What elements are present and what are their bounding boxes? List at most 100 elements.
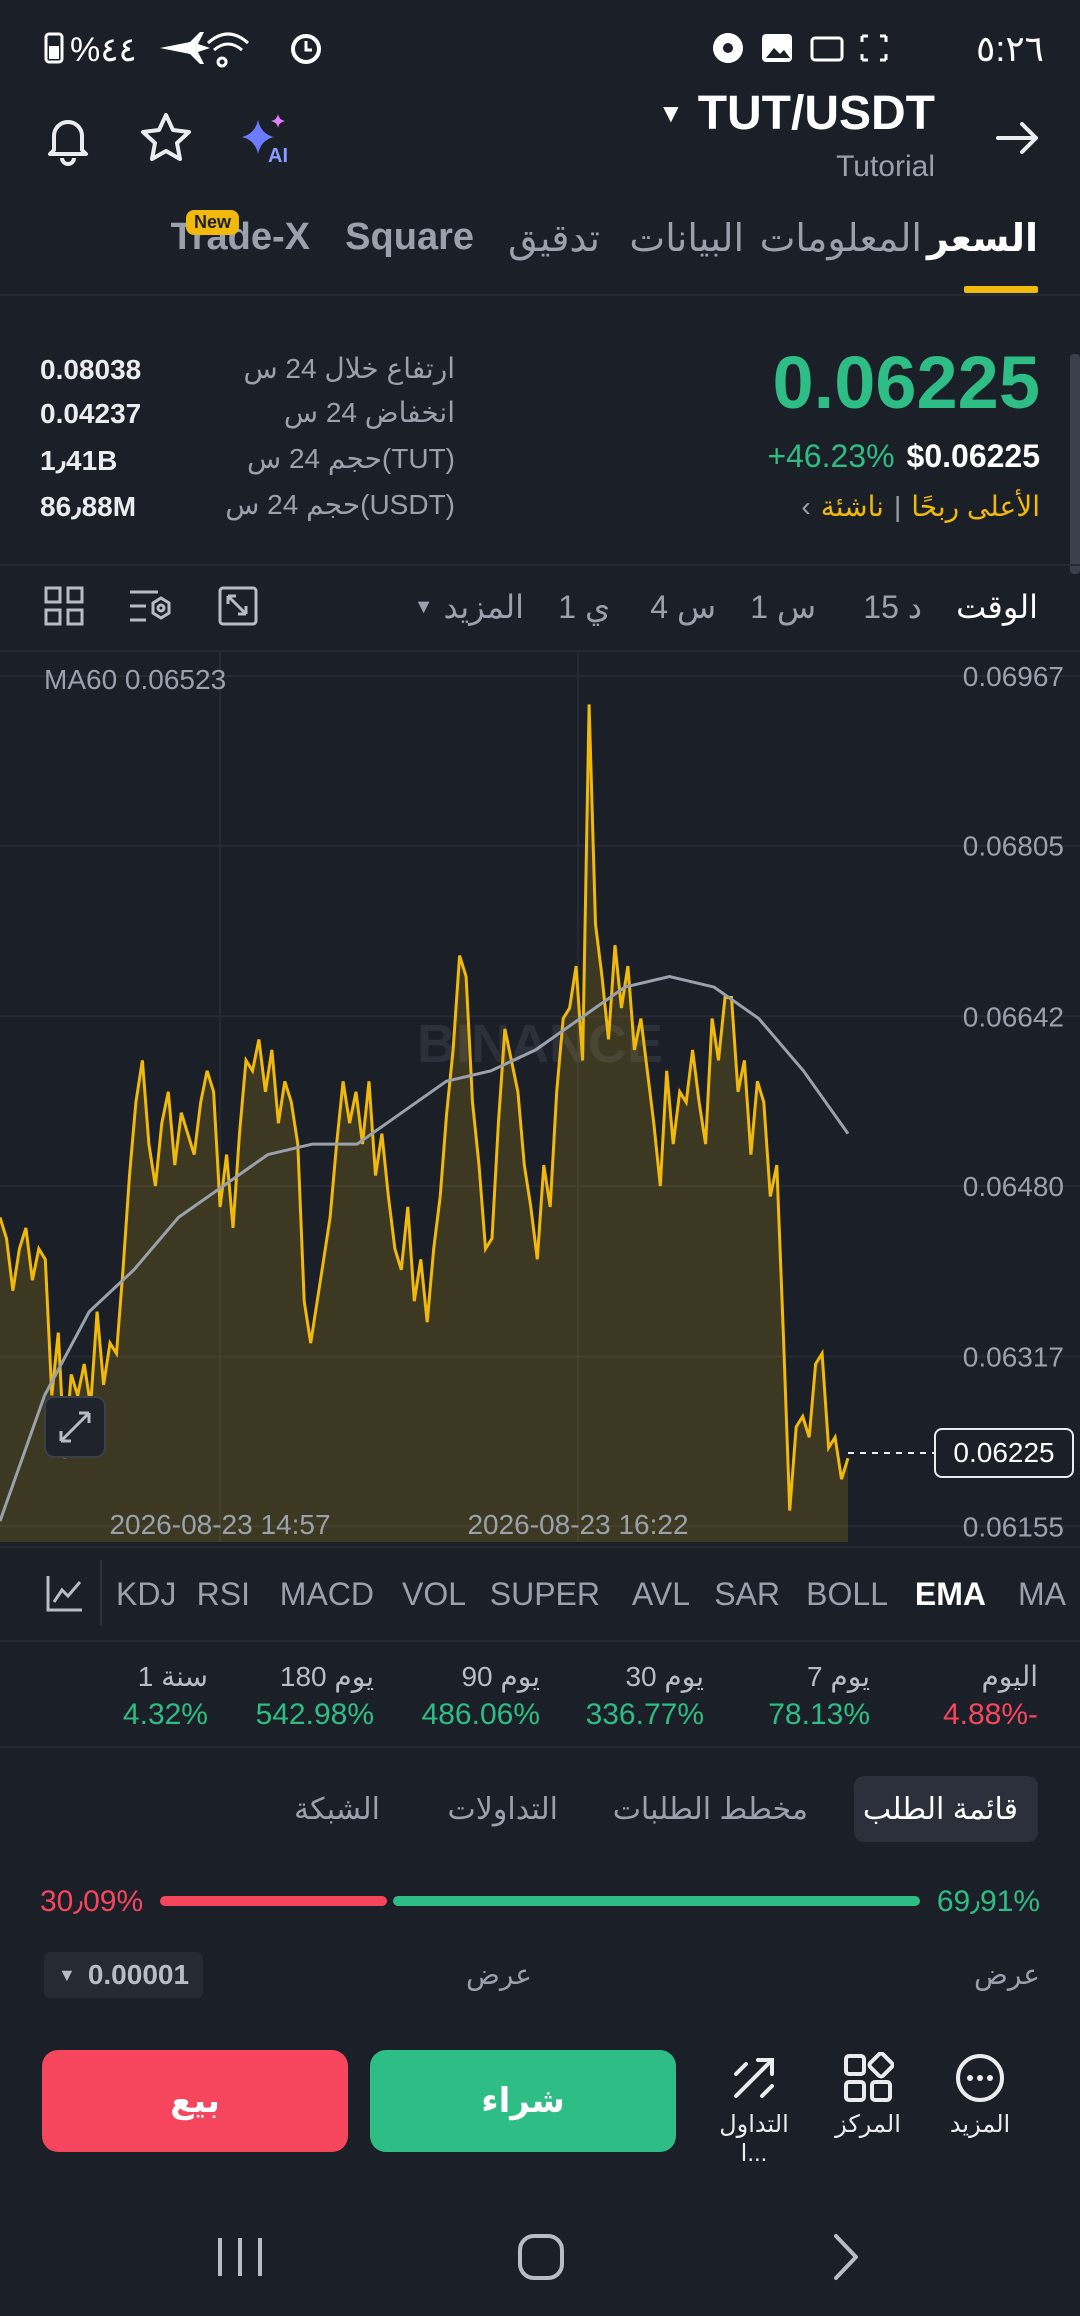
pair-selector[interactable]: ▼ TUT/USDT — [658, 86, 935, 141]
tab-price[interactable]: السعر — [927, 216, 1038, 261]
scrollbar[interactable] — [1070, 354, 1080, 574]
tab-active-indicator — [964, 286, 1038, 293]
indicator-ema[interactable]: EMA — [915, 1576, 986, 1613]
status-right-icons — [700, 28, 960, 68]
trade-action-label: التداول ا... — [719, 2111, 789, 2167]
price-chart-svg[interactable]: BINANCE 0.069670.068050.066420.064800.06… — [0, 652, 1080, 1548]
tag-top-gainers: الأعلى ربحًا — [911, 491, 1040, 522]
orderbook-col-ask: عرض — [465, 1959, 532, 1990]
indicator-avl[interactable]: AVL — [632, 1576, 690, 1613]
timeframe-4h[interactable]: 4 س — [650, 588, 716, 626]
stat-vol-quote-value: 86٫88M — [40, 491, 137, 522]
y-tick-label: 0.06805 — [963, 831, 1064, 862]
back-arrow-icon[interactable] — [992, 112, 1044, 169]
airplane-icon — [160, 32, 210, 64]
y-tick-label: 0.06317 — [963, 1342, 1064, 1373]
buy-button[interactable]: شراء — [370, 2050, 676, 2152]
timeframe-more[interactable]: ▼ المزيد — [414, 588, 524, 626]
favorite-star-icon[interactable] — [138, 110, 194, 171]
trade-action[interactable]: التداول ا... — [704, 2052, 804, 2168]
buy-ratio-fill — [393, 1896, 920, 1906]
price-change-percent: +46.23% — [767, 438, 895, 474]
perf-1y-label: 1 سنة — [137, 1661, 208, 1692]
divider — [100, 1560, 102, 1626]
layout-grid-icon[interactable] — [44, 586, 84, 631]
trade-arrows-icon — [734, 2058, 774, 2098]
tag-top-gainer: ناشئة — [820, 491, 884, 522]
sell-ratio: 30٫09% — [40, 1885, 144, 1918]
buy-sell-ratio-bar — [160, 1896, 920, 1906]
indicator-rsi[interactable]: RSI — [197, 1576, 250, 1613]
tab-info[interactable]: المعلومات — [760, 216, 922, 261]
perf-7d-label: 7 يوم — [807, 1661, 870, 1692]
status-left-icons: %٤٤ — [40, 28, 420, 69]
perf-30d-value: 336.77% — [585, 1698, 704, 1731]
precision-selector[interactable]: ▼ 0.00001 — [44, 1952, 204, 1998]
tab-trades[interactable]: التداولات — [448, 1792, 558, 1827]
expand-chart-icon[interactable] — [44, 1396, 106, 1458]
tab-grid[interactable]: الشبكة — [294, 1792, 380, 1827]
battery-percent: %٤٤ — [70, 31, 137, 68]
pair-title: TUT/USDT — [697, 87, 935, 140]
status-time: ٥:٢٦ — [975, 28, 1044, 69]
stat-vol-base-label: حجم 24 س(TUT) — [247, 443, 455, 474]
price-chart[interactable]: BINANCE 0.06967 0.06805 0.06642 0.06480 0.06… — [0, 652, 1080, 1548]
screenshot-icon — [860, 34, 888, 62]
screen-record-icon — [810, 36, 844, 62]
svg-text:AI: AI — [268, 145, 288, 167]
tab-order-book[interactable]: قائمة الطلب — [863, 1792, 1018, 1827]
stat-vol-base-value: 1٫41B — [40, 445, 118, 476]
perf-1y-value: 4.32% — [122, 1698, 208, 1731]
indicator-super[interactable]: SUPER — [490, 1576, 600, 1613]
fullscreen-chart-icon[interactable] — [218, 586, 258, 631]
stat-low-value: 0.04237 — [40, 398, 142, 429]
pair-subtitle: Tutorial — [836, 150, 935, 183]
timeframe-1h[interactable]: 1 س — [750, 588, 816, 626]
x-tick-label: 2026-08-23 14:57 — [109, 1509, 330, 1540]
perf-30d-label: 30 يوم — [625, 1661, 704, 1692]
perf-90d-value: 486.06% — [421, 1698, 540, 1731]
more-action-label: المزيد — [949, 2111, 1011, 2138]
home-icon[interactable] — [516, 2230, 566, 2289]
tab-square[interactable]: Square — [345, 216, 474, 259]
timeframe-15m[interactable]: 15 د — [863, 588, 922, 626]
perf-today-label: اليوم — [981, 1661, 1038, 1692]
indicator-boll[interactable]: BOLL — [806, 1576, 888, 1613]
center-action[interactable]: المركز — [818, 2052, 918, 2139]
recent-apps-icon[interactable] — [210, 2232, 270, 2287]
perf-180d-label: 180 يوم — [279, 1661, 374, 1692]
more-dots-icon — [956, 2054, 1004, 2102]
y-tick-label: 0.06155 — [963, 1511, 1064, 1542]
divider — [0, 1746, 1080, 1748]
price-tags[interactable]: ‹ ناشئة | الأعلى ربحًا — [801, 490, 1040, 523]
price-change-row: +46.23% $0.06225 — [767, 438, 1040, 475]
notification-bell-icon[interactable] — [40, 110, 96, 171]
more-action[interactable]: المزيد — [930, 2052, 1030, 2139]
perf-7d-value: 78.13% — [768, 1698, 870, 1731]
stat-high-value: 0.08038 — [40, 354, 142, 385]
app-screen: ٥:٢٦ %٤٤ AI ▼ TUT/USDT Tutorial السعر ال… — [0, 0, 1080, 2316]
chart-type-icon[interactable] — [44, 1572, 86, 1619]
indicator-kdj[interactable]: KDJ — [116, 1576, 174, 1613]
divider — [0, 1640, 1080, 1642]
timeframe-1d[interactable]: 1 ي — [558, 588, 610, 626]
indicator-macd[interactable]: MACD — [280, 1576, 374, 1613]
ai-assistant-icon[interactable]: AI — [238, 108, 300, 175]
stat-vol-quote-label: حجم 24 س(USDT) — [225, 489, 455, 520]
last-price: 0.06225 — [772, 341, 1041, 424]
caret-down-icon: ▼ — [58, 1964, 76, 1985]
indicator-sar[interactable]: SAR — [714, 1576, 780, 1613]
tab-data[interactable]: البيانات — [629, 216, 744, 261]
indicator-ma[interactable]: MA — [1018, 1576, 1066, 1613]
indicator-vol[interactable]: VOL — [402, 1576, 466, 1613]
center-action-label: المركز — [835, 2111, 901, 2138]
tab-depth-chart[interactable]: مخطط الطلبات — [613, 1792, 808, 1827]
indicator-settings-icon[interactable] — [128, 586, 174, 631]
timeframe-time[interactable]: الوقت — [956, 588, 1038, 626]
sell-button[interactable]: بيع — [42, 2050, 348, 2152]
y-tick-label: 0.06967 — [963, 661, 1064, 692]
y-tick-label: 0.06480 — [963, 1171, 1064, 1202]
nav-back-icon[interactable] — [820, 2230, 870, 2289]
tab-audit[interactable]: تدقيق — [508, 216, 600, 261]
chevron-left-icon: ‹ — [801, 490, 811, 522]
